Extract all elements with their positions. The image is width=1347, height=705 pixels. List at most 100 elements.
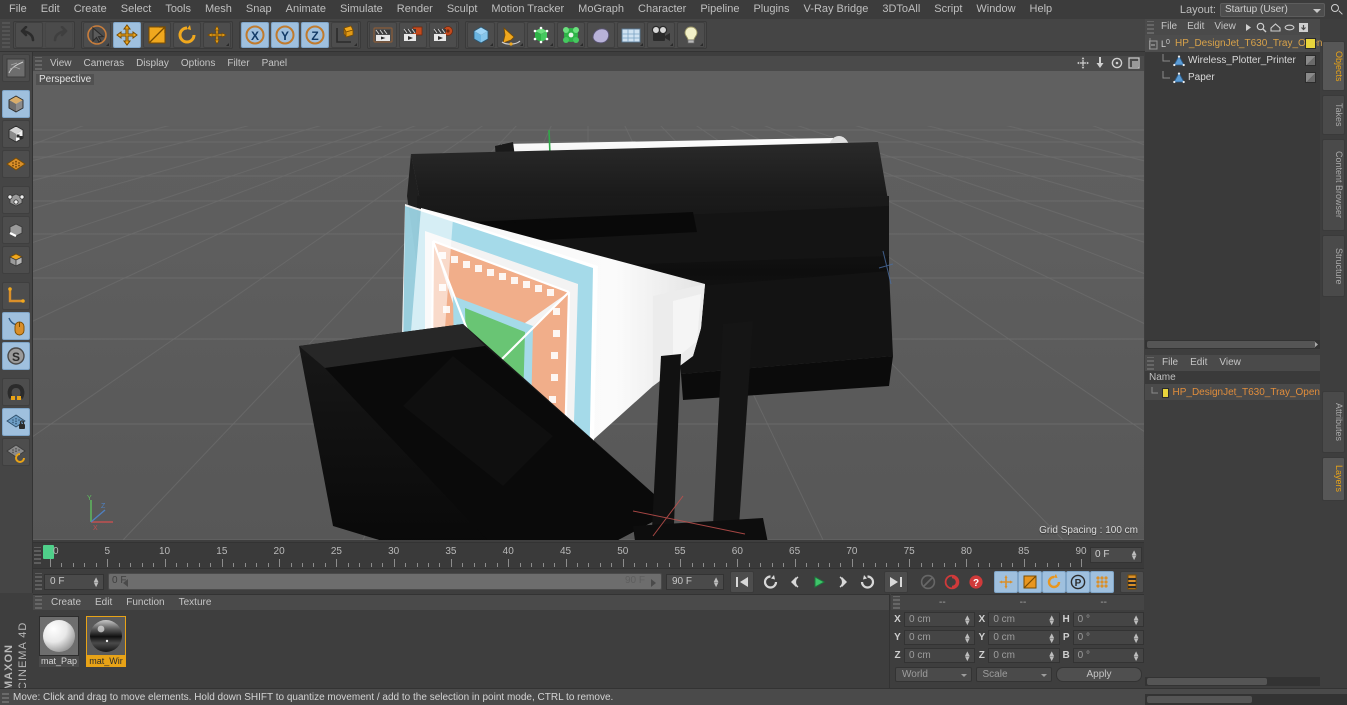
menu-create[interactable]: Create — [67, 0, 114, 19]
rot-b-field[interactable]: 0 ° ▲ ▼ — [1072, 648, 1144, 663]
axis-y-lock[interactable]: Y — [271, 22, 299, 48]
object-manager-menu-view[interactable]: View — [1209, 19, 1241, 35]
layout-dropdown[interactable]: Startup (User) — [1220, 2, 1325, 17]
layer-color-swatch[interactable] — [1305, 38, 1316, 49]
pos-x-field[interactable]: 0 cm ▲ ▼ — [904, 612, 976, 627]
world-object-coordinates[interactable] — [331, 22, 359, 48]
zoom-view-icon[interactable] — [1094, 57, 1106, 69]
spinner-icon[interactable]: ▲ ▼ — [963, 632, 971, 645]
material-item[interactable]: mat_Pap — [39, 616, 79, 667]
record-pla-button[interactable] — [1090, 570, 1114, 593]
apply-button[interactable]: Apply — [1056, 667, 1142, 682]
layer-color-swatch[interactable] — [1305, 55, 1316, 66]
size-x-field[interactable]: 0 cm ▲ ▼ — [988, 612, 1060, 627]
add-light-button[interactable] — [677, 22, 705, 48]
spinner-icon[interactable]: ▲ ▼ — [1048, 614, 1056, 627]
add-cube-button[interactable] — [467, 22, 495, 48]
texture-mode-button[interactable] — [2, 120, 30, 148]
model-mode-button[interactable] — [2, 90, 30, 118]
menu-script[interactable]: Script — [927, 0, 969, 19]
object-manager-drag-handle[interactable] — [1147, 20, 1154, 34]
chevron-right-icon[interactable] — [1244, 23, 1253, 32]
rot-h-field[interactable]: 0 ° ▲ ▼ — [1072, 612, 1144, 627]
tab-takes[interactable]: Takes — [1322, 95, 1345, 135]
record-rotation-button[interactable] — [1042, 570, 1066, 593]
axis-x-lock[interactable]: X — [241, 22, 269, 48]
position-tool[interactable] — [203, 22, 231, 48]
menu-mesh[interactable]: Mesh — [198, 0, 239, 19]
menu-animate[interactable]: Animate — [279, 0, 333, 19]
add-scene-element-button[interactable] — [617, 22, 645, 48]
scale-tool[interactable] — [143, 22, 171, 48]
layer-manager-drag-handle[interactable] — [1147, 356, 1154, 370]
menu-motion-tracker[interactable]: Motion Tracker — [484, 0, 571, 19]
menu-select[interactable]: Select — [114, 0, 159, 19]
menu-window[interactable]: Window — [969, 0, 1022, 19]
material-menu-function[interactable]: Function — [119, 595, 171, 610]
material-list[interactable]: mat_Pap mat_Wir — [33, 610, 889, 667]
menu-simulate[interactable]: Simulate — [333, 0, 390, 19]
make-editable-button[interactable] — [2, 54, 30, 82]
coordinate-system-dropdown[interactable]: World — [895, 667, 972, 682]
edge-mode-button[interactable] — [2, 216, 30, 244]
tab-content-browser[interactable]: Content Browser — [1322, 139, 1345, 231]
render-to-picture-viewer-button[interactable] — [399, 22, 427, 48]
status-bar-scrollbar[interactable] — [1145, 694, 1347, 705]
viewport-menu-filter[interactable]: Filter — [221, 56, 255, 71]
spinner-icon[interactable]: ▲ ▼ — [1048, 650, 1056, 663]
pos-z-field[interactable]: 0 cm ▲ ▼ — [904, 648, 976, 663]
material-manager-drag-handle[interactable] — [35, 596, 42, 609]
viewport-menu-panel[interactable]: Panel — [256, 56, 294, 71]
timeline-ruler[interactable]: 0 5 10 15 20 25 30 35 40 45 50 55 60 65 70 75 80 85 90 0 F… — [33, 542, 1144, 568]
material-item[interactable]: mat_Wir — [86, 616, 126, 667]
viewport-menu-cameras[interactable]: Cameras — [78, 56, 131, 71]
layer-manager-menu-edit[interactable]: Edit — [1184, 355, 1213, 371]
layer-color-swatch[interactable] — [1305, 72, 1316, 83]
play-backwards-button[interactable] — [759, 571, 783, 593]
menu-tools[interactable]: Tools — [158, 0, 198, 19]
viewport-menu-display[interactable]: Display — [130, 56, 175, 71]
menu-render[interactable]: Render — [390, 0, 440, 19]
workplane-mode-button[interactable] — [2, 150, 30, 178]
menu-snap[interactable]: Snap — [239, 0, 279, 19]
coordinate-manager-drag-handle[interactable] — [893, 596, 900, 609]
menu-pipeline[interactable]: Pipeline — [693, 0, 746, 19]
material-menu-create[interactable]: Create — [44, 595, 88, 610]
dash-icon[interactable] — [1284, 22, 1295, 33]
size-z-field[interactable]: 0 cm ▲ ▼ — [988, 648, 1060, 663]
rotate-view-icon[interactable] — [1111, 57, 1123, 69]
add-deformer-button[interactable] — [557, 22, 585, 48]
keyframe-selection-button[interactable]: ? — [964, 571, 988, 593]
record-active-objects-button[interactable] — [916, 571, 940, 593]
object-manager-menu-file[interactable]: File — [1156, 19, 1182, 35]
step-back-button[interactable] — [783, 571, 807, 593]
current-frame-field[interactable]: 0 F ▲ ▼ — [1090, 547, 1142, 563]
menu-edit[interactable]: Edit — [34, 0, 67, 19]
object-manager-hscrollbar[interactable] — [1145, 340, 1320, 349]
spinner-icon[interactable]: ▲ ▼ — [963, 650, 971, 663]
goto-start-button[interactable] — [730, 570, 754, 593]
object-manager-menu-edit[interactable]: Edit — [1182, 19, 1209, 35]
menu-help[interactable]: Help — [1023, 0, 1060, 19]
menu-file[interactable]: File — [2, 0, 34, 19]
object-axis-button[interactable] — [2, 282, 30, 310]
live-selection-tool[interactable] — [83, 22, 111, 48]
material-menu-texture[interactable]: Texture — [172, 595, 219, 610]
spinner-icon[interactable]: ▲ ▼ — [92, 575, 100, 588]
tab-layers[interactable]: Layers — [1322, 457, 1345, 501]
layer-list[interactable]: HP_DesignJet_T630_Tray_Open — [1145, 385, 1320, 400]
tab-attributes[interactable]: Attributes — [1322, 391, 1345, 453]
layer-color-swatch[interactable] — [1162, 387, 1169, 398]
spinner-icon[interactable]: ▲ ▼ — [1132, 650, 1140, 663]
polygon-mode-button[interactable] — [2, 246, 30, 274]
point-mode-button[interactable] — [2, 186, 30, 214]
record-position-button[interactable] — [994, 570, 1018, 593]
add-generator-button[interactable] — [527, 22, 555, 48]
search-icon[interactable] — [1256, 22, 1267, 33]
playbar-end-frame-field[interactable]: 90 F ▲ ▼ — [666, 573, 724, 590]
record-scale-button[interactable] — [1018, 570, 1042, 593]
undo-button[interactable] — [15, 22, 43, 48]
timeline-drag-handle[interactable] — [34, 547, 41, 564]
viewport-menu-view[interactable]: View — [44, 56, 78, 71]
viewport-menu-options[interactable]: Options — [175, 56, 221, 71]
